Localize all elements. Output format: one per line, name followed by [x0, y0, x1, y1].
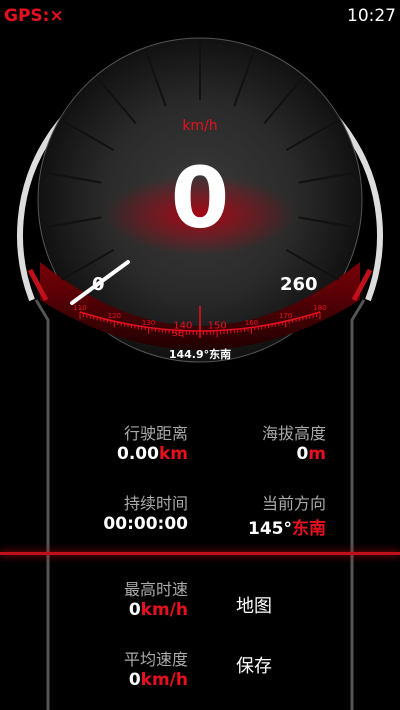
- save-button[interactable]: 保存: [236, 652, 272, 678]
- map-button[interactable]: 地图: [236, 592, 272, 618]
- duration-label: 持续时间: [123, 494, 188, 513]
- speed-unit: km/h: [182, 118, 218, 134]
- scale-min: 0: [92, 274, 105, 295]
- heading-readout: 144.9°东南: [168, 348, 232, 361]
- compass-label: 170: [279, 312, 292, 320]
- direction-name: 东南: [292, 519, 326, 539]
- altitude-unit: m: [308, 444, 326, 464]
- max-speed-label: 最高时速: [123, 580, 188, 599]
- direction-degrees: 145°: [248, 519, 292, 539]
- distance-value: 0.00km: [28, 444, 188, 464]
- max-speed-unit: km/h: [140, 600, 188, 620]
- direction-value: 145°东南: [166, 514, 326, 539]
- compass-direction: SE: [172, 329, 184, 339]
- altitude-value: 0m: [166, 444, 326, 464]
- altitude-label: 海拔高度: [261, 424, 326, 443]
- compass-label: 110: [73, 304, 86, 312]
- scale-max: 260: [280, 274, 318, 295]
- avg-speed-unit: km/h: [140, 670, 188, 690]
- avg-speed-value: 0km/h: [28, 670, 188, 690]
- distance-number: 0.00: [117, 444, 159, 464]
- compass-label: 120: [108, 312, 121, 320]
- duration-value: 00:00:00: [103, 514, 188, 534]
- max-speed-number: 0: [128, 600, 141, 620]
- compass-label: 130: [142, 319, 155, 327]
- max-speed-value: 0km/h: [28, 600, 188, 620]
- altitude-number: 0: [296, 444, 309, 464]
- avg-speed-label: 平均速度: [123, 650, 188, 669]
- direction-label: 当前方向: [261, 494, 326, 513]
- distance-label: 行驶距离: [123, 424, 188, 443]
- compass-label: 150: [208, 321, 227, 332]
- compass-label: 180: [313, 304, 326, 312]
- speed-value: 0: [170, 149, 230, 247]
- divider: [0, 552, 400, 555]
- compass-label: 160: [245, 319, 258, 327]
- avg-speed-number: 0: [128, 670, 141, 690]
